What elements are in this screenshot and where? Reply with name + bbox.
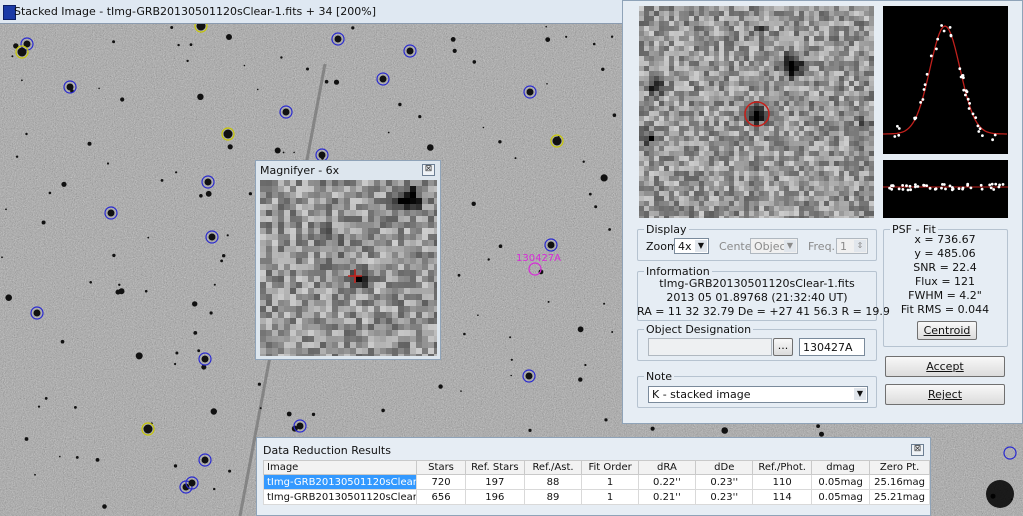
- data-reduction-window: Data Reduction Results ⊠ Image Stars Ref. …: [256, 437, 931, 516]
- display-legend: Display: [646, 223, 687, 236]
- fit-flux: Flux = 121: [914, 275, 976, 288]
- freq-label: Freq.: [808, 240, 836, 253]
- chevron-down-icon: ▼: [784, 240, 796, 252]
- table-cell: 0.21'': [637, 489, 697, 505]
- column-header[interactable]: dDe: [695, 460, 754, 475]
- data-reduction-title: Data Reduction Results: [263, 444, 391, 457]
- column-header[interactable]: dmag: [810, 460, 871, 475]
- note-select[interactable]: K - stacked image ▼: [648, 386, 868, 403]
- table-cell: 25.16mag: [869, 474, 930, 490]
- magnifier-image: [260, 180, 437, 356]
- column-header[interactable]: Image: [263, 460, 417, 475]
- stacked-image-titlebar[interactable]: Stacked Image - tImg-GRB20130501120sClea…: [0, 0, 622, 24]
- table-header-row: Image Stars Ref. Stars Ref./Ast. Fit Order dR…: [263, 460, 930, 475]
- note-select-value: K - stacked image: [652, 388, 751, 401]
- magnifier-window[interactable]: Magnifyer - 6x ⊠: [255, 160, 441, 360]
- fit-y: y = 485.06: [914, 247, 976, 260]
- table-cell: 196: [465, 489, 525, 505]
- table-row[interactable]: tImg-GRB20130501120sClear-1.fits72019788…: [263, 474, 930, 490]
- table-cell: 197: [465, 474, 525, 490]
- results-table: Image Stars Ref. Stars Ref./Ast. Fit Order dR…: [263, 460, 930, 505]
- browse-button[interactable]: ...: [773, 338, 793, 356]
- center-select[interactable]: Object ▼: [750, 238, 798, 254]
- table-cell: 656: [415, 489, 467, 505]
- column-header[interactable]: dRA: [637, 460, 697, 475]
- info-coordinates: RA = 11 32 32.79 De = +27 41 56.3 R = 19…: [637, 305, 890, 318]
- column-header[interactable]: Stars: [415, 460, 467, 475]
- table-cell: 25.21mag: [869, 489, 930, 505]
- fit-snr: SNR = 22.4: [913, 261, 977, 274]
- zoom-select-value: 4x: [678, 240, 692, 253]
- table-cell: 114: [752, 489, 812, 505]
- table-row[interactable]: tImg-GRB20130501120sClear-10.fits6561968…: [263, 489, 930, 505]
- table-cell: tImg-GRB20130501120sClear-10.fits: [263, 489, 417, 505]
- column-header[interactable]: Fit Order: [581, 460, 639, 475]
- designation-list-field[interactable]: [648, 338, 772, 356]
- column-header[interactable]: Ref. Stars: [465, 460, 525, 475]
- magnifier-close-icon[interactable]: ⊠: [422, 164, 435, 176]
- chevron-down-icon: ▼: [854, 388, 866, 400]
- column-header[interactable]: Zero Pt.: [869, 460, 930, 475]
- freq-stepper[interactable]: 1 ⇕: [836, 238, 868, 254]
- table-cell: 0.22'': [637, 474, 697, 490]
- zoom-image[interactable]: [639, 6, 874, 218]
- zoom-select[interactable]: 4x ▼: [674, 238, 709, 254]
- freq-value: 1: [840, 240, 847, 253]
- astrometry-panel: Display Zoom 4x ▼ Center Object ▼ Freq. …: [622, 0, 1023, 424]
- object-label: 130427A: [516, 253, 561, 264]
- column-header[interactable]: Ref./Phot.: [752, 460, 812, 475]
- table-cell: 1: [581, 474, 639, 490]
- window-title: Stacked Image - tImg-GRB20130501120sClea…: [14, 5, 377, 18]
- zoom-label: Zoom: [646, 240, 678, 253]
- chevron-down-icon: ▼: [695, 240, 707, 252]
- spin-arrows-icon: ⇕: [854, 240, 866, 252]
- info-date: 2013 05 01.89768 (21:32:40 UT): [666, 291, 848, 304]
- accept-button[interactable]: Accept: [885, 356, 1005, 377]
- note-legend: Note: [646, 370, 673, 383]
- designation-input[interactable]: 130427A: [799, 338, 865, 356]
- psf-residual-graph: [883, 160, 1008, 218]
- table-cell: 1: [581, 489, 639, 505]
- reject-button[interactable]: Reject: [885, 384, 1005, 405]
- table-cell: 0.23'': [695, 474, 754, 490]
- table-cell: 110: [752, 474, 812, 490]
- fit-fwhm: FWHM = 4.2": [908, 289, 982, 302]
- table-cell: tImg-GRB20130501120sClear-1.fits: [263, 474, 417, 490]
- column-header[interactable]: Ref./Ast.: [523, 460, 583, 475]
- fit-x: x = 736.67: [914, 233, 976, 246]
- table-cell: 0.23'': [695, 489, 754, 505]
- table-cell: 0.05mag: [810, 474, 871, 490]
- fit-rms: Fit RMS = 0.044: [900, 303, 990, 316]
- centroid-button[interactable]: Centroid: [917, 321, 977, 340]
- magnifier-title: Magnifyer - 6x: [260, 164, 340, 177]
- info-filename: tImg-GRB20130501120sClear-1.fits: [659, 277, 855, 290]
- data-reduction-close-icon[interactable]: ⊠: [911, 444, 924, 456]
- object-designation-legend: Object Designation: [646, 323, 752, 336]
- table-cell: 0.05mag: [810, 489, 871, 505]
- psf-profile-graph: [883, 6, 1008, 154]
- table-cell: 89: [523, 489, 583, 505]
- table-cell: 720: [415, 474, 467, 490]
- table-cell: 88: [523, 474, 583, 490]
